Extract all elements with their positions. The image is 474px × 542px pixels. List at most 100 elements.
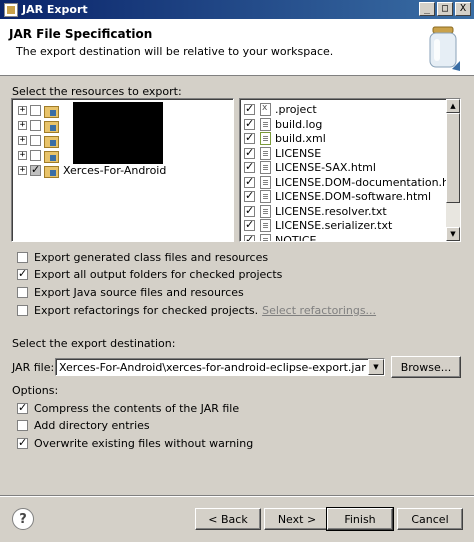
finish-button[interactable]: Finish (326, 507, 394, 531)
file-checkbox[interactable] (244, 102, 255, 115)
file-label: .project (275, 103, 317, 116)
file-list-item[interactable]: LICENSE.DOM-documentation.html (244, 175, 461, 190)
tree-item[interactable]: + (12, 148, 63, 163)
xml-file-icon (260, 132, 271, 145)
export-generated-class-label: Export generated class files and resourc… (34, 250, 269, 264)
project-folder-icon (44, 134, 60, 148)
export-output-folders-checkbox[interactable] (17, 267, 28, 280)
file-list-item[interactable]: NOTICE (244, 233, 317, 242)
tree-item-label: Xerces-For-Android (63, 163, 167, 177)
chevron-down-icon[interactable]: ▼ (368, 359, 384, 375)
file-label: LICENSE.DOM-documentation.html (275, 175, 461, 189)
export-refactorings-option[interactable]: Export refactorings for checked projects… (17, 303, 376, 317)
file-checkbox[interactable] (244, 218, 255, 231)
export-output-folders-label: Export all output folders for checked pr… (34, 267, 283, 281)
jar-file-input[interactable]: Xerces-For-Android\xerces-for-android-ec… (56, 361, 368, 374)
file-list[interactable]: .projectbuild.logbuild.xmlLICENSELICENSE… (239, 98, 461, 242)
file-checkbox[interactable] (244, 189, 255, 202)
tree-item-checkbox[interactable] (30, 119, 41, 131)
file-checkbox[interactable] (244, 175, 255, 188)
tree-item[interactable]: + (12, 103, 63, 118)
overwrite-label: Overwrite existing files without warning (34, 436, 254, 450)
export-refactorings-checkbox[interactable] (17, 304, 28, 316)
browse-button[interactable]: Browse... (391, 356, 461, 378)
expand-icon[interactable]: + (18, 120, 27, 130)
overwrite-checkbox[interactable] (17, 436, 28, 449)
select-refactorings-link: Select refactorings... (262, 303, 377, 317)
page-description: The export destination will be relative … (16, 45, 334, 58)
file-list-item[interactable]: build.log (244, 117, 322, 132)
next-button[interactable]: Next > (264, 508, 330, 530)
export-output-folders-option[interactable]: Export all output folders for checked pr… (17, 267, 282, 281)
jar-file-combo[interactable]: Xerces-For-Android\xerces-for-android-ec… (55, 358, 385, 376)
directory-entries-label: Add directory entries (34, 418, 150, 432)
export-generated-class-option[interactable]: Export generated class files and resourc… (17, 250, 268, 264)
directory-entries-checkbox[interactable] (17, 419, 28, 431)
html-file-icon (260, 175, 271, 189)
back-button[interactable]: < Back (195, 508, 261, 530)
html-file-icon (260, 161, 271, 174)
compress-checkbox[interactable] (17, 401, 28, 414)
file-list-scrollbar[interactable]: ▲ ▼ (446, 99, 460, 241)
export-generated-class-checkbox[interactable] (17, 251, 28, 263)
tree-item-checkbox[interactable] (30, 149, 41, 161)
minimize-button[interactable]: _ (419, 2, 435, 16)
jar-icon (429, 26, 460, 71)
window-title: JAR Export (22, 3, 88, 16)
file-checkbox[interactable] (244, 160, 255, 173)
tree-item[interactable]: + (12, 118, 63, 133)
scroll-up-icon[interactable]: ▲ (446, 99, 460, 113)
directory-entries-option[interactable]: Add directory entries (17, 418, 150, 432)
file-list-item[interactable]: LICENSE-SAX.html (244, 160, 376, 175)
text-file-icon (260, 146, 271, 160)
file-list-item[interactable]: LICENSE.resolver.txt (244, 204, 387, 219)
scroll-down-icon[interactable]: ▼ (446, 227, 460, 241)
tree-item-checkbox[interactable] (30, 104, 41, 116)
text-file-icon (260, 117, 271, 131)
file-checkbox[interactable] (244, 131, 255, 144)
file-list-item[interactable]: LICENSE (244, 146, 321, 161)
tree-item[interactable]: + (12, 133, 63, 148)
page-title: JAR File Specification (9, 27, 153, 41)
export-java-source-label: Export Java source files and resources (34, 285, 244, 299)
scroll-thumb[interactable] (446, 113, 460, 203)
compress-label: Compress the contents of the JAR file (34, 401, 240, 415)
project-tree[interactable]: + + + + + Xerces-For-Android (11, 98, 234, 242)
file-checkbox[interactable] (244, 117, 255, 130)
file-list-item[interactable]: LICENSE.serializer.txt (244, 218, 392, 233)
wizard-header: JAR File Specification The export destin… (0, 19, 474, 76)
close-button[interactable]: X (455, 2, 471, 16)
file-checkbox[interactable] (244, 146, 255, 159)
jar-file-label: JAR file: (12, 361, 55, 374)
footer-separator (0, 495, 474, 497)
file-label: build.log (275, 117, 323, 131)
resources-label: Select the resources to export: (12, 85, 182, 98)
expand-icon[interactable]: + (18, 150, 27, 160)
expand-icon[interactable]: + (18, 165, 27, 175)
cancel-button[interactable]: Cancel (397, 508, 463, 530)
file-list-item[interactable]: build.xml (244, 131, 326, 146)
expand-icon[interactable]: + (18, 105, 27, 115)
overwrite-option[interactable]: Overwrite existing files without warning (17, 436, 253, 450)
destination-label: Select the export destination: (12, 337, 176, 350)
tree-item-checkbox[interactable] (30, 163, 41, 176)
file-label: LICENSE.serializer.txt (275, 219, 393, 232)
file-list-item[interactable]: .project (244, 102, 317, 117)
compress-option[interactable]: Compress the contents of the JAR file (17, 401, 239, 415)
tree-item-checkbox[interactable] (30, 134, 41, 146)
maximize-button[interactable]: □ (437, 2, 453, 16)
file-checkbox[interactable] (244, 233, 255, 241)
export-refactorings-label: Export refactorings for checked projects… (34, 303, 259, 317)
file-label: LICENSE (275, 146, 322, 160)
export-java-source-checkbox[interactable] (17, 286, 28, 298)
export-java-source-option[interactable]: Export Java source files and resources (17, 285, 244, 299)
jar-app-icon (4, 2, 18, 17)
tree-item[interactable]: + Xerces-For-Android (12, 163, 167, 178)
file-checkbox[interactable] (244, 204, 255, 217)
project-folder-icon (44, 149, 60, 163)
help-icon[interactable]: ? (12, 508, 34, 530)
text-file-icon (260, 233, 271, 241)
file-list-item[interactable]: LICENSE.DOM-software.html (244, 189, 431, 204)
expand-icon[interactable]: + (18, 135, 27, 145)
file-label: NOTICE (275, 233, 317, 242)
